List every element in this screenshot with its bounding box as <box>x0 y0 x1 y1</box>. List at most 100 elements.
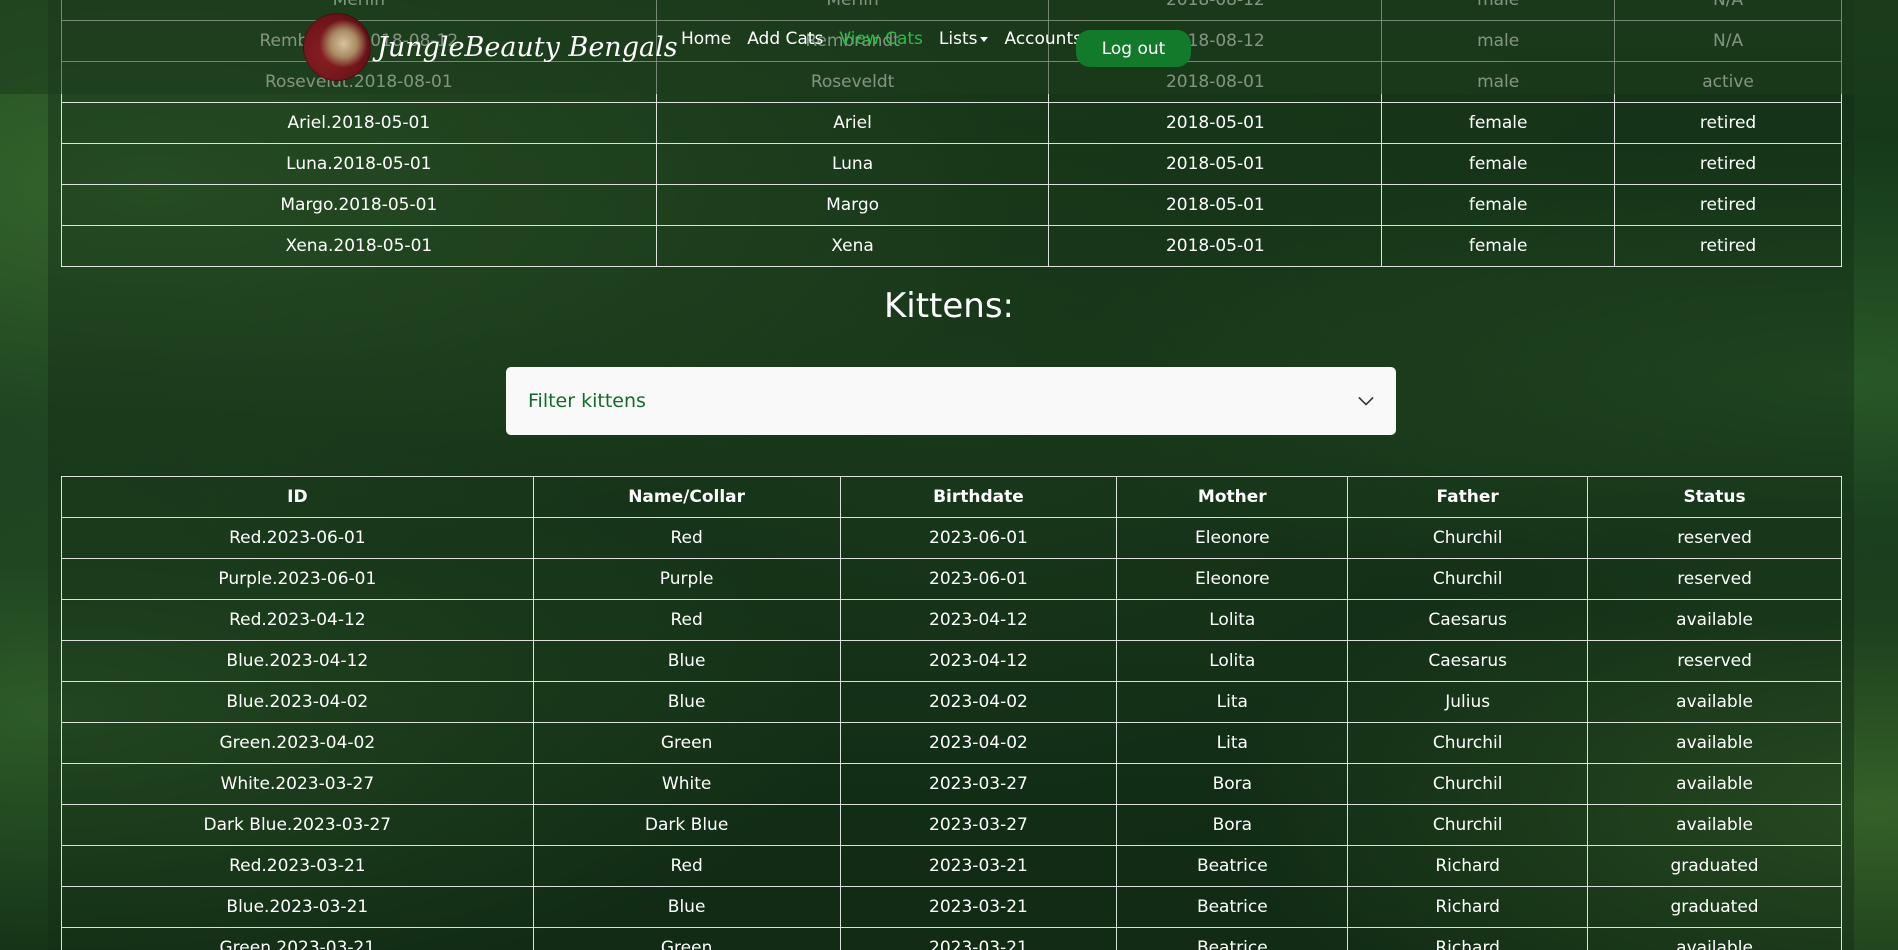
table-cell: Ariel.2018-05-01 <box>61 102 657 144</box>
logout-button[interactable]: Log out <box>1076 30 1191 67</box>
caret-down-icon <box>980 36 989 42</box>
nav-home[interactable]: Home <box>681 29 731 49</box>
table-row[interactable]: Margo.2018-05-01 Margo 2018-05-01 female ret… <box>61 184 1842 226</box>
table-cell: Richard <box>1347 927 1589 950</box>
table-cell: White <box>532 763 841 805</box>
table-cell: Caesarus <box>1347 640 1589 682</box>
table-cell: Lita <box>1116 681 1349 723</box>
table-cell: 2023-03-21 <box>839 886 1118 928</box>
table-row[interactable]: Dark Blue.2023-03-27 Dark Blue 2023-03-27 B… <box>61 804 1842 846</box>
table-cell: Eleonore <box>1116 558 1349 600</box>
nav-add-cats[interactable]: Add Cats <box>747 29 823 49</box>
table-cell: Bora <box>1116 763 1349 805</box>
table-cell: female <box>1381 225 1616 267</box>
table-cell: Churchil <box>1347 722 1589 764</box>
table-cell: Purple <box>532 558 841 600</box>
table-cell: available <box>1587 681 1842 723</box>
filter-kittens-accordion[interactable]: Filter kittens <box>506 367 1396 435</box>
table-cell: Red <box>532 517 841 559</box>
table-cell: Margo <box>655 184 1050 226</box>
kittens-table-head: ID Name/Collar Birthdate Mother Father S… <box>61 476 1842 518</box>
table-cell: Blue.2023-04-02 <box>61 681 534 723</box>
table-cell: Blue <box>532 681 841 723</box>
table-cell: 2023-04-02 <box>839 722 1118 764</box>
table-row[interactable]: Red.2023-06-01 Red 2023-06-01 Eleonore Churc… <box>61 517 1842 559</box>
kittens-table: ID Name/Collar Birthdate Mother Father S… <box>61 476 1842 950</box>
table-cell: available <box>1587 722 1842 764</box>
table-cell: Ariel <box>655 102 1050 144</box>
table-cell: Red <box>532 599 841 641</box>
brand-name: JungleBeauty Bengals <box>377 31 678 63</box>
table-header-row: ID Name/Collar Birthdate Mother Father S… <box>61 476 1842 518</box>
table-cell: 2018-05-01 <box>1048 225 1383 267</box>
table-cell: 2023-03-21 <box>839 927 1118 950</box>
column-header-father[interactable]: Father <box>1347 476 1589 518</box>
table-cell: 2018-05-01 <box>1048 102 1383 144</box>
table-cell: Lolita <box>1116 599 1349 641</box>
table-cell: Lolita <box>1116 640 1349 682</box>
table-cell: retired <box>1614 225 1842 267</box>
table-cell: Purple.2023-06-01 <box>61 558 534 600</box>
table-cell: Dark Blue.2023-03-27 <box>61 804 534 846</box>
table-cell: Bora <box>1116 804 1349 846</box>
table-row[interactable]: Red.2023-04-12 Red 2023-04-12 Lolita Caesaru… <box>61 599 1842 641</box>
table-cell: Richard <box>1347 886 1589 928</box>
table-cell: 2023-03-21 <box>839 845 1118 887</box>
column-header-mother[interactable]: Mother <box>1116 476 1349 518</box>
table-cell: 2018-05-01 <box>1048 143 1383 185</box>
table-cell: 2023-04-02 <box>839 681 1118 723</box>
table-row[interactable]: Red.2023-03-21 Red 2023-03-21 Beatrice Richa… <box>61 845 1842 887</box>
table-cell: Blue <box>532 640 841 682</box>
table-cell: 2023-03-27 <box>839 763 1118 805</box>
table-cell: retired <box>1614 143 1842 185</box>
table-cell: Beatrice <box>1116 845 1349 887</box>
nav-links: Home Add Cats View Cats Lists Accounts <box>681 29 1098 49</box>
table-cell: Blue <box>532 886 841 928</box>
table-row[interactable]: Green.2023-03-21 Green 2023-03-21 Beatrice R… <box>61 927 1842 950</box>
table-cell: Green.2023-04-02 <box>61 722 534 764</box>
table-cell: 2023-04-12 <box>839 599 1118 641</box>
table-cell: reserved <box>1587 558 1842 600</box>
table-row[interactable]: Xena.2018-05-01 Xena 2018-05-01 female retir… <box>61 225 1842 267</box>
table-cell: Red <box>532 845 841 887</box>
table-cell: female <box>1381 184 1616 226</box>
nav-lists-label: Lists <box>938 29 978 49</box>
brand-logo-avatar <box>303 13 371 81</box>
table-cell: Dark Blue <box>532 804 841 846</box>
nav-view-cats[interactable]: View Cats <box>839 29 923 49</box>
table-row[interactable]: Blue.2023-03-21 Blue 2023-03-21 Beatrice Ric… <box>61 886 1842 928</box>
table-cell: Lita <box>1116 722 1349 764</box>
chevron-down-icon <box>1358 393 1374 409</box>
table-cell: Eleonore <box>1116 517 1349 559</box>
table-cell: Churchil <box>1347 763 1589 805</box>
table-cell: Red.2023-04-12 <box>61 599 534 641</box>
table-row[interactable]: Purple.2023-06-01 Purple 2023-06-01 Eleonor… <box>61 558 1842 600</box>
table-row[interactable]: Ariel.2018-05-01 Ariel 2018-05-01 female ret… <box>61 102 1842 144</box>
table-row[interactable]: Green.2023-04-02 Green 2023-04-02 Lita Churc… <box>61 722 1842 764</box>
table-cell: Churchil <box>1347 558 1589 600</box>
table-row[interactable]: White.2023-03-27 White 2023-03-27 Bora Churc… <box>61 763 1842 805</box>
column-header-status[interactable]: Status <box>1587 476 1842 518</box>
table-cell: Green <box>532 927 841 950</box>
table-row[interactable]: Luna.2018-05-01 Luna 2018-05-01 female retir… <box>61 143 1842 185</box>
table-cell: retired <box>1614 102 1842 144</box>
table-cell: Green.2023-03-21 <box>61 927 534 950</box>
table-cell: Red.2023-03-21 <box>61 845 534 887</box>
nav-lists-dropdown[interactable]: Lists <box>939 29 989 49</box>
table-cell: female <box>1381 143 1616 185</box>
table-cell: 2023-06-01 <box>839 517 1118 559</box>
table-row[interactable]: Blue.2023-04-12 Blue 2023-04-12 Lolita Caesa… <box>61 640 1842 682</box>
table-row[interactable]: Blue.2023-04-02 Blue 2023-04-02 Lita Julius a… <box>61 681 1842 723</box>
brand[interactable]: JungleBeauty Bengals <box>303 13 678 81</box>
column-header-id[interactable]: ID <box>61 476 534 518</box>
table-cell: available <box>1587 599 1842 641</box>
column-header-birthdate[interactable]: Birthdate <box>839 476 1118 518</box>
table-cell: female <box>1381 102 1616 144</box>
table-cell: White.2023-03-27 <box>61 763 534 805</box>
table-cell: reserved <box>1587 640 1842 682</box>
column-header-name[interactable]: Name/Collar <box>532 476 841 518</box>
table-cell: Blue.2023-03-21 <box>61 886 534 928</box>
nav-accounts[interactable]: Accounts <box>1004 29 1082 49</box>
table-cell: Beatrice <box>1116 886 1349 928</box>
table-cell: Blue.2023-04-12 <box>61 640 534 682</box>
